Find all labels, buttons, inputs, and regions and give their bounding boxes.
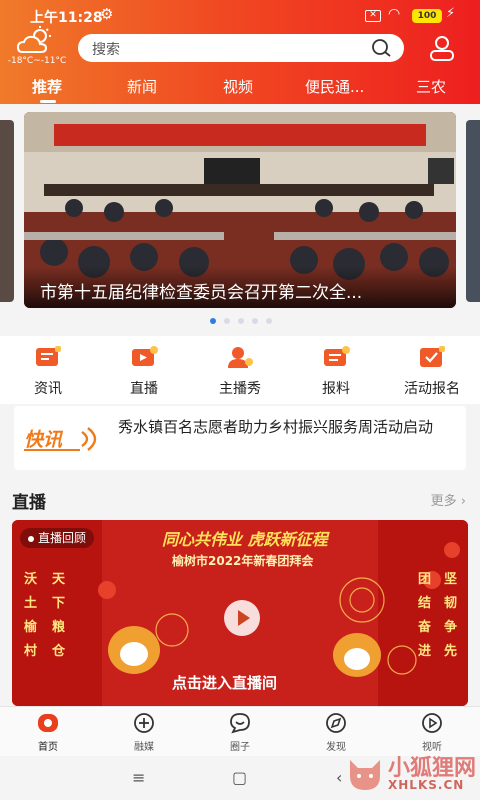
replay-badge-label: 直播回顾: [38, 531, 87, 545]
media-icon: [134, 713, 154, 733]
carousel-prev-slide[interactable]: [0, 120, 14, 302]
tab-recommend[interactable]: 推荐: [32, 76, 62, 97]
watermark-domain: XHLKS.CN: [388, 778, 465, 792]
status-time: 上午11:28: [30, 10, 103, 26]
banner-caption: 市第十五届纪律检查委员会召开第二次全...: [24, 266, 456, 308]
notification-icon: ⚙: [100, 5, 114, 23]
tab-agriculture[interactable]: 三农: [416, 76, 446, 97]
active-tab-indicator: [40, 100, 56, 103]
status-bar: 上午11:28 ⚙ ✕ ◠ 100 ⚡: [0, 0, 480, 34]
live-icon: [132, 346, 158, 366]
report-icon: [324, 346, 350, 366]
nav-label: 融媒: [134, 742, 154, 753]
nav-home[interactable]: 首页: [18, 711, 78, 753]
quick-link-label: 报料: [322, 381, 350, 397]
search-input[interactable]: 搜索: [92, 39, 120, 59]
flash-news-logo-text: 快讯: [24, 429, 64, 451]
nav-discover[interactable]: 发现: [306, 711, 366, 753]
signup-icon: [420, 346, 445, 367]
fox-logo-icon: [350, 760, 380, 790]
left-couplet-1: 沃土榆村: [24, 572, 38, 659]
flash-news-text: 秀水镇百名志愿者助力乡村振兴服务周活动启动: [118, 418, 434, 436]
flash-news-logo: 快讯: [24, 427, 97, 451]
carousel-dot[interactable]: [224, 318, 230, 324]
live-section-header: 直播 更多 ›: [0, 476, 480, 516]
flash-news[interactable]: 快讯 秀水镇百名志愿者助力乡村振兴服务周活动启动: [14, 406, 466, 470]
section-title: 直播: [12, 493, 46, 513]
quick-link-label: 直播: [130, 381, 158, 397]
search-bar[interactable]: 搜索: [78, 34, 404, 62]
discover-icon: [326, 713, 346, 733]
poster-subtitle: 榆树市2022年新春团拜会: [172, 554, 314, 568]
wifi-icon: ◠: [388, 6, 401, 22]
more-link[interactable]: 更多 ›: [431, 490, 466, 509]
quick-link-report[interactable]: 报料: [296, 344, 376, 398]
circle-icon: [230, 713, 250, 734]
sim-icon: ✕: [365, 10, 381, 22]
tab-services[interactable]: 便民通...: [305, 76, 364, 97]
quick-link-anchor[interactable]: 主播秀: [200, 344, 280, 398]
battery-icon: 100: [412, 9, 442, 23]
tab-video[interactable]: 视频: [223, 76, 253, 97]
quick-link-label: 主播秀: [219, 381, 261, 397]
home-button-icon[interactable]: ▢: [232, 768, 247, 787]
carousel-dot[interactable]: [238, 318, 244, 324]
weather-widget[interactable]: -18°C~-11°C: [6, 26, 68, 70]
quick-links: 资讯 直播 主播秀 报料 活动报名: [0, 336, 480, 404]
charging-icon: ⚡: [446, 6, 456, 21]
user-profile-button[interactable]: [428, 34, 456, 66]
watermark: 小狐狸网 XHLKS.CN: [340, 748, 476, 800]
quick-link-signup[interactable]: 活动报名: [392, 344, 472, 398]
nav-media[interactable]: 融媒: [114, 711, 174, 753]
quick-link-news[interactable]: 资讯: [8, 344, 88, 398]
video-icon: [422, 713, 442, 733]
quick-link-label: 活动报名: [404, 381, 460, 397]
nav-video[interactable]: 视听: [402, 711, 462, 753]
weather-temp: -18°C~-11°C: [7, 56, 67, 66]
right-couplet-1: 团结奋进: [418, 572, 432, 659]
right-couplet-2: 坚韧争先: [444, 572, 458, 659]
quick-link-live[interactable]: 直播: [104, 344, 184, 398]
play-button[interactable]: [224, 600, 260, 636]
carousel-next-slide[interactable]: [466, 120, 480, 302]
left-couplet-2: 天下粮仓: [52, 572, 66, 659]
carousel-dot[interactable]: [210, 318, 216, 324]
search-icon[interactable]: [370, 38, 392, 58]
carousel-dot[interactable]: [266, 318, 272, 324]
poster-title: 同心共伟业 虎跃新征程: [162, 530, 328, 549]
quick-link-label: 资讯: [34, 381, 62, 397]
nav-label: 圈子: [230, 742, 250, 753]
live-replay-card[interactable]: 直播回顾 沃土榆村 天下粮仓 团结奋进 坚韧争先 同心共伟业 虎跃新征程 榆树市…: [12, 520, 468, 706]
carousel-dot[interactable]: [252, 318, 258, 324]
news-icon: [36, 346, 61, 366]
tab-news[interactable]: 新闻: [127, 76, 157, 97]
channel-tabs: 推荐 新闻 视频 便民通... 三农: [0, 72, 480, 104]
enter-live-room-label[interactable]: 点击进入直播间: [172, 672, 277, 693]
nav-label: 首页: [38, 742, 58, 753]
user-icon: [430, 36, 454, 61]
carousel-banner[interactable]: 市第十五届纪律检查委员会召开第二次全...: [24, 112, 456, 308]
replay-badge: 直播回顾: [20, 528, 95, 548]
home-icon: [38, 714, 58, 732]
cloud-sun-icon: [16, 26, 51, 53]
nav-circle[interactable]: 圈子: [210, 711, 270, 753]
anchor-icon: [228, 347, 253, 368]
menu-icon[interactable]: ≡: [132, 768, 145, 787]
